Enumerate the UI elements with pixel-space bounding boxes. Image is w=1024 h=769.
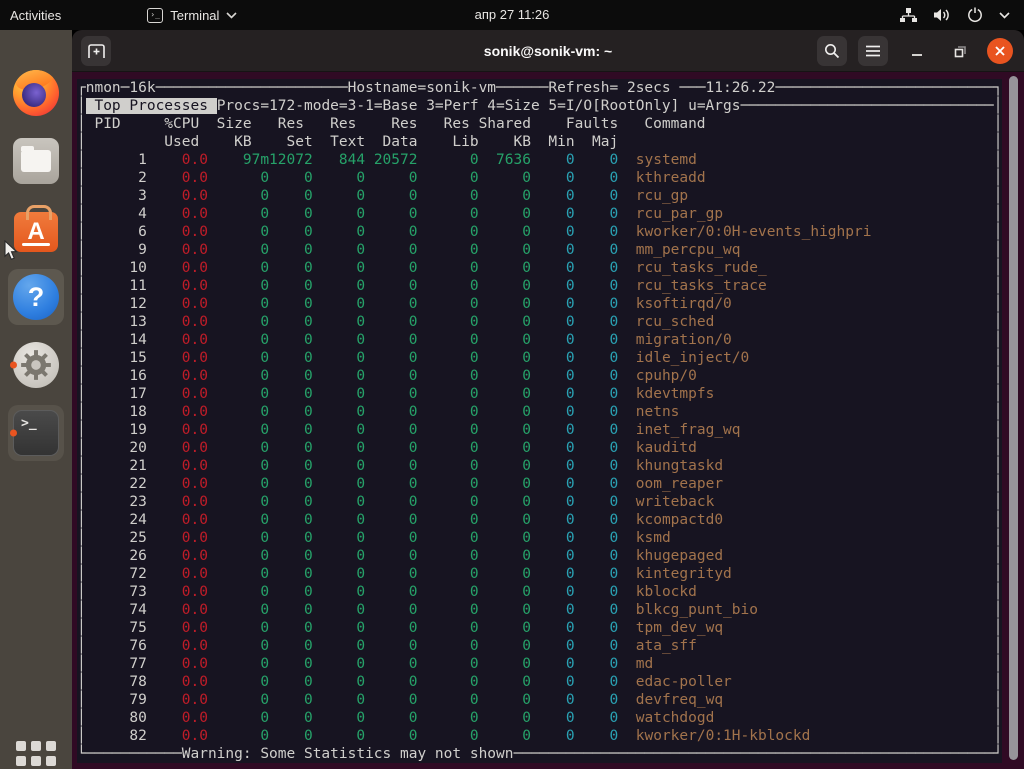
process-row: │ 4 0.0 0 0 0 0 0 0 0 0 rcu_par_gp │ [77,205,1002,223]
terminal-app-icon: ›_ [147,8,163,23]
gear-icon [13,342,59,388]
dock-item-firefox[interactable] [8,65,64,121]
process-row: │ 25 0.0 0 0 0 0 0 0 0 0 ksmd │ [77,529,1002,547]
process-row: │ 6 0.0 0 0 0 0 0 0 0 0 kworker/0:0H-eve… [77,223,1002,241]
search-icon [824,43,840,59]
process-row: │ 12 0.0 0 0 0 0 0 0 0 0 ksoftirqd/0 │ [77,295,1002,313]
dock-item-terminal[interactable]: >_ [8,405,64,461]
running-indicator-dot [10,362,17,369]
column-header-row: │ Used KB Set Text Data Lib KB Min Maj │ [77,133,1002,151]
process-row: │ 74 0.0 0 0 0 0 0 0 0 0 blkcg_punt_bio … [77,601,1002,619]
files-icon [13,138,59,184]
process-row: │ 26 0.0 0 0 0 0 0 0 0 0 khugepaged │ [77,547,1002,565]
terminal-output[interactable]: ┌nmon─16k──────────────────────Hostname=… [77,79,1002,763]
process-row: │ 19 0.0 0 0 0 0 0 0 0 0 inet_frag_wq │ [77,421,1002,439]
process-row: │ 24 0.0 0 0 0 0 0 0 0 0 kcompactd0 │ [77,511,1002,529]
process-row: │ 13 0.0 0 0 0 0 0 0 0 0 rcu_sched │ [77,313,1002,331]
minimize-icon [910,44,924,58]
process-row: │ 78 0.0 0 0 0 0 0 0 0 0 edac-poller │ [77,673,1002,691]
system-status-area[interactable] [900,0,1024,30]
process-row: │ 16 0.0 0 0 0 0 0 0 0 0 cpuhp/0 │ [77,367,1002,385]
process-row: │ 82 0.0 0 0 0 0 0 0 0 0 kworker/0:1H-kb… [77,727,1002,745]
process-row: │ 10 0.0 0 0 0 0 0 0 0 0 rcu_tasks_rude_… [77,259,1002,277]
restore-icon [953,44,968,59]
mouse-cursor [4,240,19,261]
activities-button[interactable]: Activities [0,0,79,30]
show-applications-icon [16,741,56,769]
running-indicator-dot [10,430,17,437]
dock: A ? >_ [0,30,72,769]
nmon-title-row: ┌nmon─16k──────────────────────Hostname=… [77,79,1002,97]
process-row: │ 14 0.0 0 0 0 0 0 0 0 0 migration/0 │ [77,331,1002,349]
firefox-icon [13,70,59,116]
chevron-down-icon [999,12,1010,19]
process-row: │ 11 0.0 0 0 0 0 0 0 0 0 rcu_tasks_trace… [77,277,1002,295]
warning-row: └───────────Warning: Some Statistics may… [77,745,1002,763]
process-row: │ 18 0.0 0 0 0 0 0 0 0 0 netns │ [77,403,1002,421]
process-row: │ 9 0.0 0 0 0 0 0 0 0 0 mm_percpu_wq │ [77,241,1002,259]
process-row: │ 23 0.0 0 0 0 0 0 0 0 0 writeback │ [77,493,1002,511]
process-row: │ 2 0.0 0 0 0 0 0 0 0 0 kthreadd │ [77,169,1002,187]
ubuntu-software-icon: A [14,212,58,252]
dock-item-help[interactable]: ? [8,269,64,325]
scrollbar[interactable] [1009,76,1018,760]
process-row: │ 75 0.0 0 0 0 0 0 0 0 0 tpm_dev_wq │ [77,619,1002,637]
terminal-window: sonik@sonik-vm: ~ [72,30,1024,769]
process-row: │ 15 0.0 0 0 0 0 0 0 0 0 idle_inject/0 │ [77,349,1002,367]
minimize-button[interactable] [902,36,932,66]
process-row: │ 76 0.0 0 0 0 0 0 0 0 0 ata_sff │ [77,637,1002,655]
power-icon [967,7,983,23]
close-button[interactable] [987,38,1013,64]
process-row: │ 21 0.0 0 0 0 0 0 0 0 0 khungtaskd │ [77,457,1002,475]
app-menu-label: Terminal [170,8,219,23]
chevron-down-icon [226,12,237,19]
headerbar: sonik@sonik-vm: ~ [72,30,1024,72]
process-row: │ 3 0.0 0 0 0 0 0 0 0 0 rcu_gp │ [77,187,1002,205]
process-row: │ 73 0.0 0 0 0 0 0 0 0 0 kblockd │ [77,583,1002,601]
terminal-viewport: ┌nmon─16k──────────────────────Hostname=… [72,72,1024,769]
process-row: │ 1 0.0 97m12072 844 20572 0 7636 0 0 sy… [77,151,1002,169]
search-button[interactable] [817,36,847,66]
top-bar: Activities ›_ Terminal апр 27 11:26 [0,0,1024,30]
process-row: │ 77 0.0 0 0 0 0 0 0 0 0 md │ [77,655,1002,673]
network-wired-icon [900,7,917,23]
dock-item-files[interactable] [8,133,64,189]
hamburger-menu-icon [866,45,880,57]
process-row: │ 72 0.0 0 0 0 0 0 0 0 0 kintegrityd │ [77,565,1002,583]
dock-item-settings[interactable] [8,337,64,393]
process-row: │ 22 0.0 0 0 0 0 0 0 0 0 oom_reaper │ [77,475,1002,493]
activities-label: Activities [10,8,61,23]
column-header-row: │ PID %CPU Size Res Res Res Res Shared F… [77,115,1002,133]
help-icon: ? [13,274,59,320]
menu-button[interactable] [858,36,888,66]
app-menu-button[interactable]: ›_ Terminal [139,0,245,30]
process-row: │ 17 0.0 0 0 0 0 0 0 0 0 kdevtmpfs │ [77,385,1002,403]
process-row: │ 79 0.0 0 0 0 0 0 0 0 0 devfreq_wq │ [77,691,1002,709]
volume-icon [933,7,951,23]
close-icon [994,45,1006,57]
process-row: │ 80 0.0 0 0 0 0 0 0 0 0 watchdogd │ [77,709,1002,727]
terminal-icon: >_ [13,410,59,456]
process-row: │ 20 0.0 0 0 0 0 0 0 0 0 kauditd │ [77,439,1002,457]
nmon-section-row: │ Top Processes Procs=172-mode=3-1=Base … [77,97,1002,115]
show-applications-button[interactable] [8,733,64,769]
restore-button[interactable] [945,36,975,66]
